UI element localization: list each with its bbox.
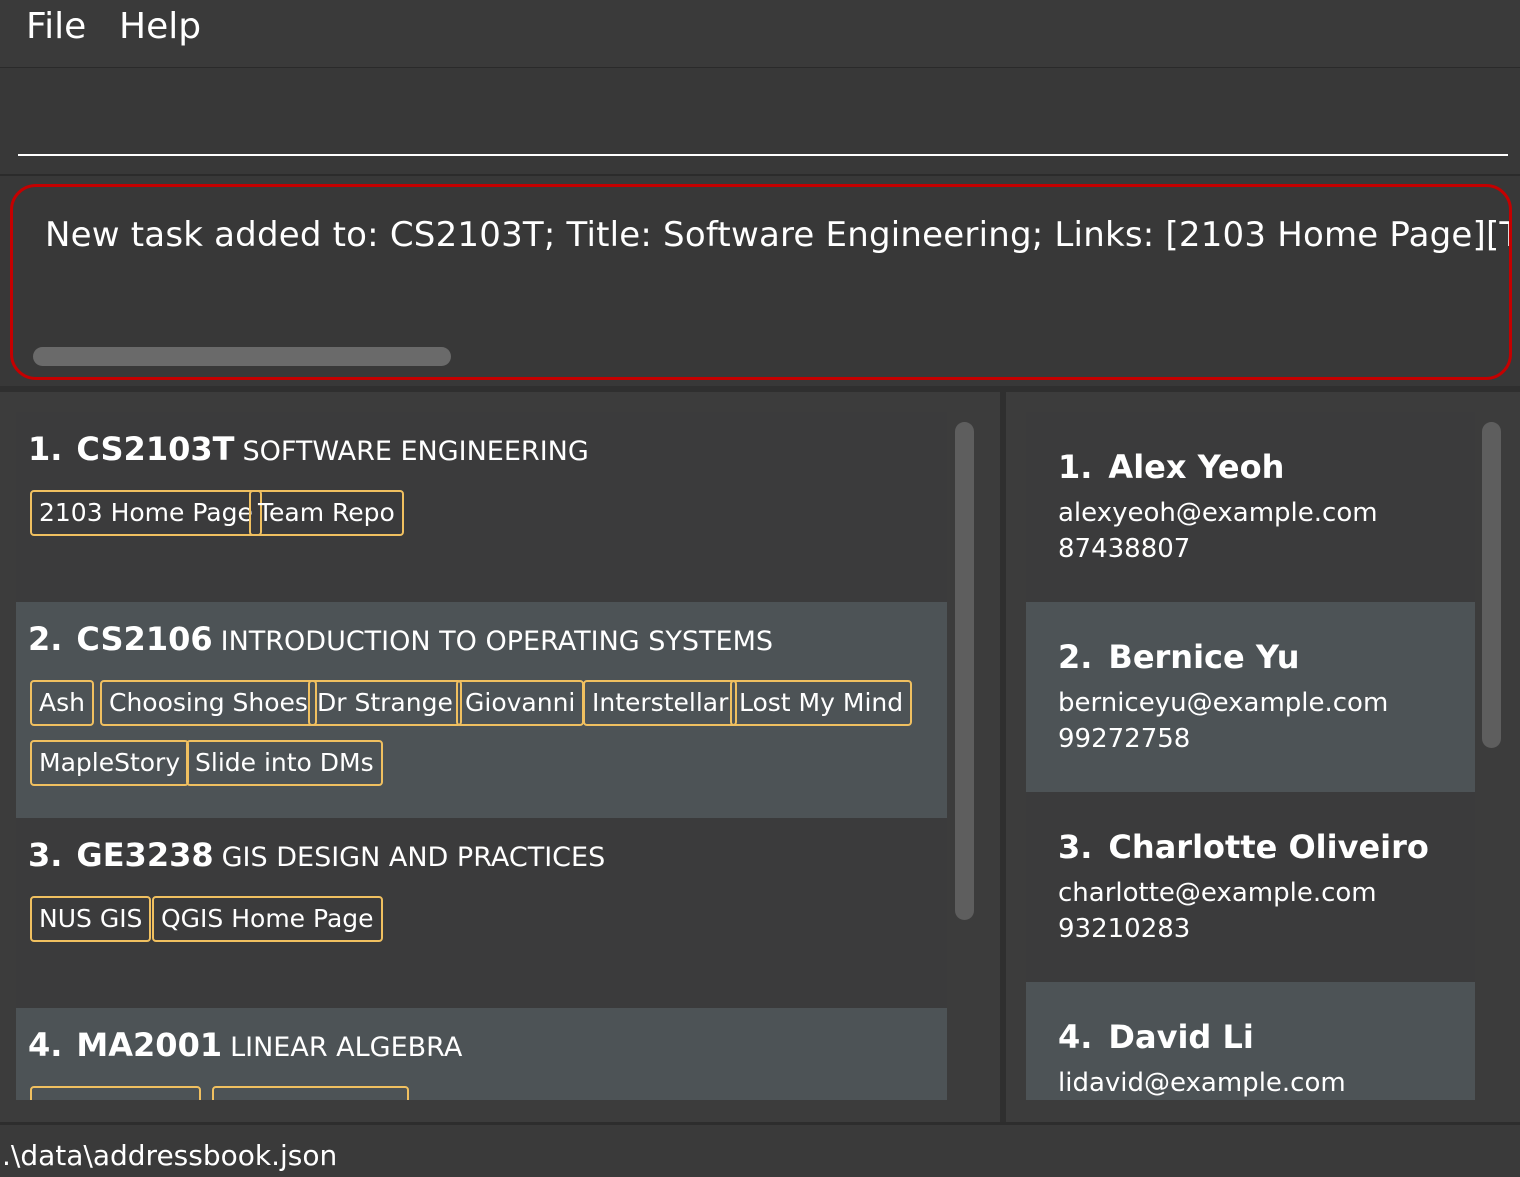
task-code: MA2001 bbox=[76, 1026, 223, 1064]
menu-bar: File Help bbox=[0, 0, 1520, 68]
task-title: 3. GE3238 GIS DESIGN AND PRACTICES bbox=[28, 836, 605, 874]
result-horizontal-scrollbar[interactable] bbox=[33, 347, 451, 366]
person-index: 2. bbox=[1058, 638, 1093, 676]
task-name: GIS DESIGN AND PRACTICES bbox=[221, 842, 606, 873]
task-index: 2. bbox=[28, 620, 63, 658]
person-list: 1. Alex Yeoh alexyeoh@example.com 8743880… bbox=[1026, 412, 1475, 1100]
result-display-area: New task added to: CS2103T; Title: Softw… bbox=[0, 176, 1520, 386]
task-index: 1. bbox=[28, 430, 63, 468]
task-link-tag[interactable] bbox=[30, 1086, 201, 1100]
task-list-panel: 1. CS2103T SOFTWARE ENGINEERING 2103 Home … bbox=[0, 392, 1000, 1122]
person-card[interactable]: 2. Bernice Yu berniceyu@example.com 99272… bbox=[1026, 602, 1475, 792]
person-email: alexyeoh@example.com bbox=[1058, 498, 1378, 528]
task-title: 4. MA2001 LINEAR ALGEBRA bbox=[28, 1026, 462, 1064]
person-email: charlotte@example.com bbox=[1058, 878, 1377, 908]
task-index: 4. bbox=[28, 1026, 63, 1064]
task-list: 1. CS2103T SOFTWARE ENGINEERING 2103 Home … bbox=[16, 412, 947, 1100]
task-name: LINEAR ALGEBRA bbox=[230, 1032, 463, 1063]
person-list-panel: 1. Alex Yeoh alexyeoh@example.com 8743880… bbox=[1006, 392, 1520, 1122]
status-bar: .\data\addressbook.json bbox=[0, 1122, 1520, 1177]
task-link-tag[interactable]: Giovanni bbox=[456, 680, 585, 726]
task-link-tag[interactable]: QGIS Home Page bbox=[152, 896, 383, 942]
person-index: 4. bbox=[1058, 1018, 1093, 1056]
command-box bbox=[0, 68, 1520, 177]
task-title: 2. CS2106 INTRODUCTION TO OPERATING SYSTEM… bbox=[28, 620, 773, 658]
task-link-tag[interactable]: Ash bbox=[30, 680, 94, 726]
task-link-tag[interactable]: MapleStory bbox=[30, 740, 190, 786]
task-index: 3. bbox=[28, 836, 63, 874]
task-link-tag[interactable]: 2103 Home Page bbox=[30, 490, 262, 536]
task-name: INTRODUCTION TO OPERATING SYSTEMS bbox=[220, 626, 774, 657]
menu-file[interactable]: File bbox=[26, 6, 86, 47]
result-display[interactable]: New task added to: CS2103T; Title: Softw… bbox=[10, 184, 1512, 380]
person-name-text: David Li bbox=[1108, 1018, 1254, 1056]
task-link-tag[interactable]: Slide into DMs bbox=[186, 740, 383, 786]
person-index: 3. bbox=[1058, 828, 1093, 866]
task-card[interactable]: 2. CS2106 INTRODUCTION TO OPERATING SYSTEM… bbox=[16, 602, 947, 818]
person-card[interactable]: 4. David Li lidavid@example.com bbox=[1026, 982, 1475, 1100]
person-card[interactable]: 3. Charlotte Oliveiro charlotte@example.c… bbox=[1026, 792, 1475, 982]
person-card[interactable]: 1. Alex Yeoh alexyeoh@example.com 8743880… bbox=[1026, 412, 1475, 602]
task-list-scrollbar[interactable] bbox=[955, 422, 974, 920]
task-code: CS2106 bbox=[76, 620, 213, 658]
task-code: CS2103T bbox=[76, 430, 235, 468]
person-name: 1. Alex Yeoh bbox=[1058, 448, 1284, 486]
save-file-path: .\data\addressbook.json bbox=[2, 1139, 338, 1172]
person-name: 2. Bernice Yu bbox=[1058, 638, 1299, 676]
person-index: 1. bbox=[1058, 448, 1093, 486]
task-link-tag[interactable] bbox=[212, 1086, 409, 1100]
menu-help[interactable]: Help bbox=[119, 6, 201, 47]
task-title: 1. CS2103T SOFTWARE ENGINEERING bbox=[28, 430, 589, 468]
person-name-text: Charlotte Oliveiro bbox=[1108, 828, 1429, 866]
person-name-text: Bernice Yu bbox=[1108, 638, 1300, 676]
task-card[interactable]: 4. MA2001 LINEAR ALGEBRA bbox=[16, 1008, 947, 1100]
person-phone: 93210283 bbox=[1058, 914, 1191, 944]
person-list-scrollbar[interactable] bbox=[1482, 422, 1501, 748]
result-text: New task added to: CS2103T; Title: Softw… bbox=[45, 215, 1512, 255]
task-link-tag[interactable]: Lost My Mind bbox=[730, 680, 913, 726]
command-input[interactable] bbox=[18, 74, 1508, 156]
person-email: berniceyu@example.com bbox=[1058, 688, 1389, 718]
person-name: 3. Charlotte Oliveiro bbox=[1058, 828, 1429, 866]
person-phone: 87438807 bbox=[1058, 534, 1191, 564]
task-name: SOFTWARE ENGINEERING bbox=[242, 436, 589, 467]
person-phone: 99272758 bbox=[1058, 724, 1191, 754]
person-email: lidavid@example.com bbox=[1058, 1068, 1346, 1098]
task-link-tag[interactable]: Choosing Shoes bbox=[100, 680, 317, 726]
task-link-tag[interactable]: Team Repo bbox=[249, 490, 404, 536]
person-name-text: Alex Yeoh bbox=[1108, 448, 1285, 486]
task-card[interactable]: 3. GE3238 GIS DESIGN AND PRACTICES NUS GIS… bbox=[16, 818, 947, 1008]
task-link-tag[interactable]: Dr Strange bbox=[308, 680, 462, 726]
task-link-tag[interactable]: NUS GIS bbox=[30, 896, 152, 942]
task-link-tag[interactable]: Interstellar bbox=[583, 680, 738, 726]
person-name: 4. David Li bbox=[1058, 1018, 1254, 1056]
task-card[interactable]: 1. CS2103T SOFTWARE ENGINEERING 2103 Home … bbox=[16, 412, 947, 602]
task-code: GE3238 bbox=[76, 836, 214, 874]
